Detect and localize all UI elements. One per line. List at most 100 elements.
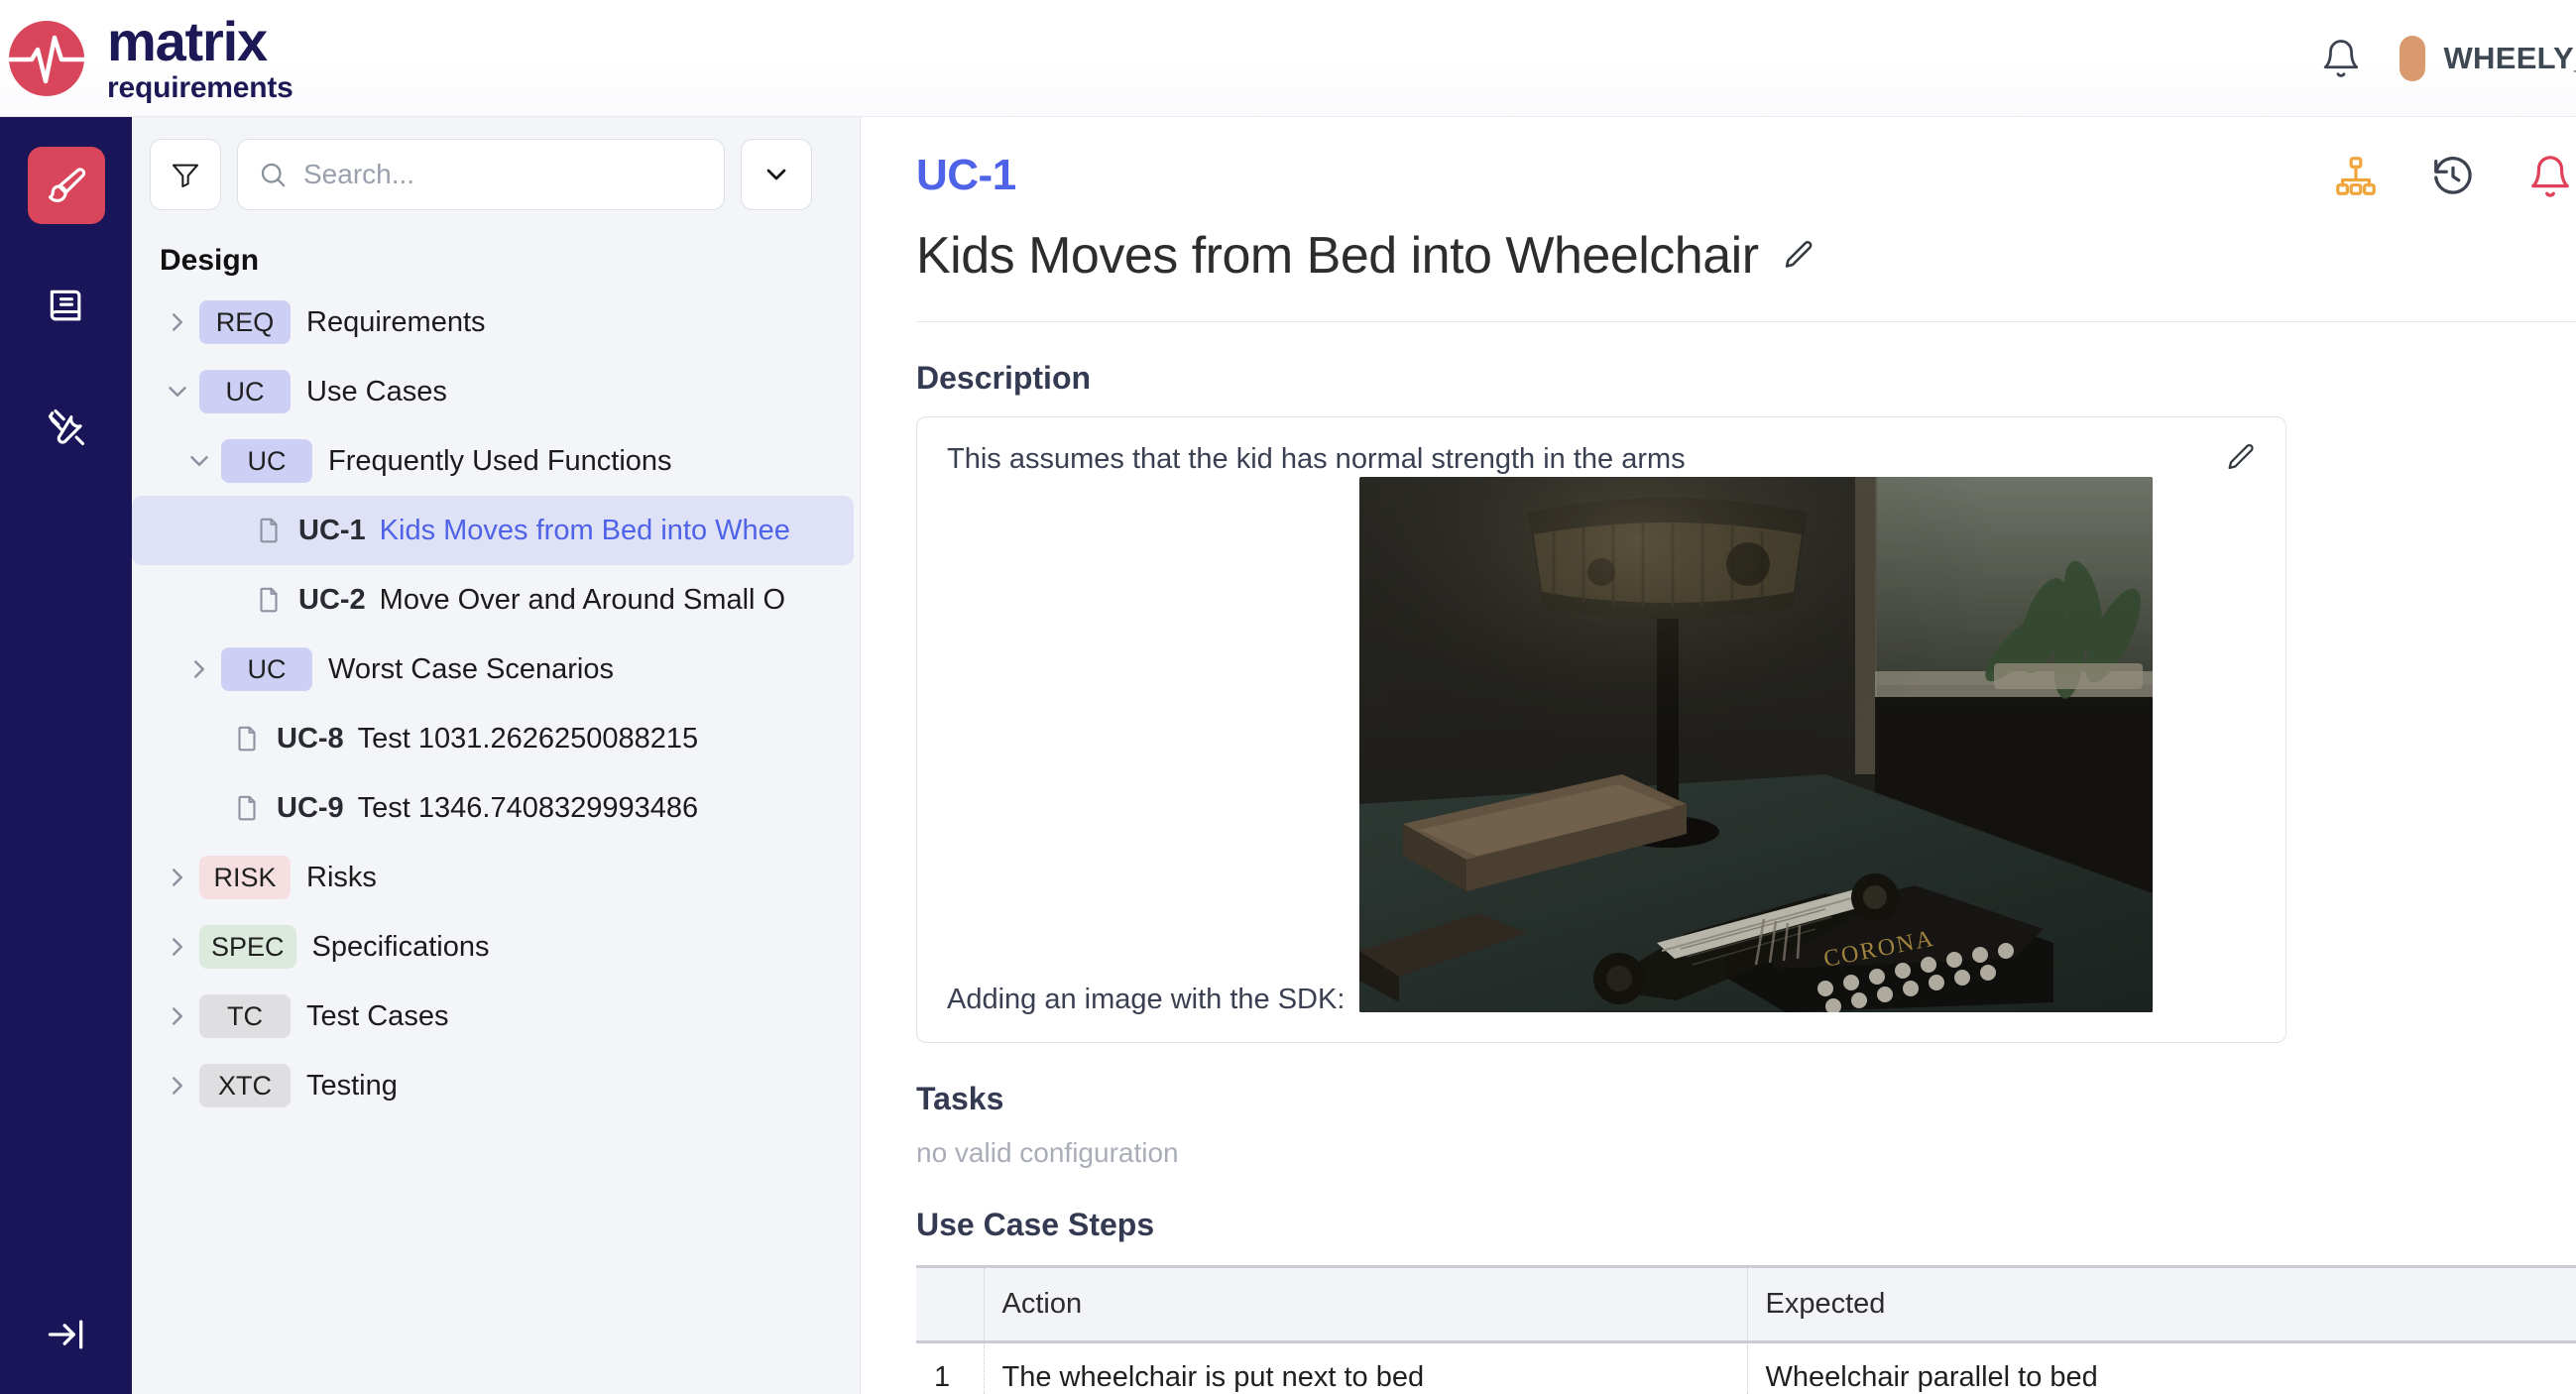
tree: REQ Requirements UC Use Cases UC Frequen… — [132, 288, 860, 1140]
use-case-steps-heading: Use Case Steps — [916, 1207, 1155, 1242]
document-icon — [249, 584, 289, 616]
description-section: Description This assumes that the kid ha… — [861, 360, 2576, 1043]
bell-icon — [2320, 37, 2362, 80]
chevron-right-icon[interactable] — [156, 932, 199, 962]
description-card[interactable]: This assumes that the kid has normal str… — [916, 416, 2286, 1043]
filter-button[interactable] — [150, 139, 221, 210]
sitemap-icon — [2333, 154, 2379, 199]
traceability-button[interactable] — [2330, 151, 2382, 202]
tree-item-name: Kids Moves from Bed into Whee — [379, 514, 790, 546]
rail-collapse-button[interactable] — [0, 1313, 132, 1356]
tree-label-test-cases: Test Cases — [306, 999, 449, 1032]
item-detail-pane: UC-1 Kids Moves from Bed into Wheelchair — [861, 117, 2576, 1394]
tree-badge-xtc: XTC — [199, 1064, 291, 1107]
tree-label-risks: Risks — [306, 861, 377, 893]
step-action: The wheelchair is put next to bed — [984, 1341, 1748, 1394]
tree-node-uc-1[interactable]: UC-1 Kids Moves from Bed into Whee — [132, 496, 854, 565]
brand-name-secondary: requirements — [107, 70, 293, 104]
avatar — [2400, 36, 2426, 81]
tasks-empty-text: no valid configuration — [916, 1137, 1179, 1168]
use-case-steps-section: Use Case Steps Action Expected 1 The whe… — [861, 1207, 2576, 1394]
tree-item-id: UC-9 — [277, 791, 344, 824]
use-case-steps-table: Action Expected 1 The wheelchair is put … — [916, 1265, 2576, 1394]
tree-toolbar — [132, 117, 860, 224]
chevron-right-icon[interactable] — [156, 863, 199, 892]
tools-icon — [45, 406, 88, 449]
rail-item-design[interactable] — [27, 147, 105, 224]
tree-node-frequently-used-functions[interactable]: UC Frequently Used Functions — [132, 426, 854, 496]
history-button[interactable] — [2427, 151, 2479, 202]
search-input[interactable] — [303, 159, 704, 190]
description-image: CORONA — [1359, 477, 2153, 1012]
tree-badge-uc: UC — [199, 370, 291, 413]
page-title: Kids Moves from Bed into Wheelchair — [916, 227, 1759, 285]
arrow-to-right-icon — [45, 1313, 88, 1356]
icon-rail — [0, 117, 132, 1394]
tree-node-specifications[interactable]: SPEC Specifications — [132, 912, 854, 982]
item-toolbar — [2330, 151, 2576, 202]
brand-logo[interactable]: matrix requirements — [0, 13, 293, 104]
tree-item-name: Test 1346.7408329993486 — [357, 791, 699, 824]
tree-label-use-cases: Use Cases — [306, 375, 447, 407]
step-expected: Wheelchair parallel to bed — [1765, 1361, 2098, 1393]
tree-node-requirements[interactable]: REQ Requirements — [132, 288, 854, 357]
table-row[interactable]: 1 The wheelchair is put next to bed Whee… — [916, 1341, 2576, 1394]
tree-node-testing[interactable]: XTC Testing — [132, 1051, 854, 1120]
search-box[interactable] — [237, 139, 725, 210]
tree-label-worst-case-scenarios: Worst Case Scenarios — [328, 652, 614, 685]
tree-node-use-cases[interactable]: UC Use Cases — [132, 357, 854, 426]
rail-item-tools[interactable] — [28, 389, 105, 466]
chevron-right-icon[interactable] — [156, 1001, 199, 1031]
tree-badge-uc: UC — [221, 647, 312, 691]
tree-label-frequently-used-functions: Frequently Used Functions — [328, 444, 672, 477]
tasks-section: Tasks no valid configuration — [861, 1081, 2576, 1169]
column-header-index — [916, 1265, 985, 1343]
tree-badge-req: REQ — [199, 300, 291, 344]
chevron-right-icon[interactable] — [177, 654, 221, 684]
tree-node-uc-9[interactable]: UC-9 Test 1346.7408329993486 — [132, 773, 854, 843]
tree-item-id: UC-2 — [298, 583, 366, 616]
item-title-row: Kids Moves from Bed into Wheelchair — [916, 226, 2576, 286]
tree-badge-uc: UC — [221, 439, 312, 483]
body-row: Design REQ Requirements UC Use Case — [0, 117, 2576, 1394]
column-header-expected: Expected — [1747, 1265, 2576, 1343]
tree-badge-risk: RISK — [199, 856, 291, 899]
document-icon — [249, 515, 289, 546]
chevron-down-icon — [761, 159, 792, 190]
tree-badge-spec: SPEC — [199, 925, 296, 969]
tree-node-risks[interactable]: RISK Risks — [132, 843, 854, 912]
header-divider — [916, 321, 2576, 322]
column-header-action: Action — [984, 1265, 1748, 1343]
table-header-row: Action Expected — [916, 1265, 2576, 1343]
history-icon — [2430, 154, 2476, 199]
alerts-button[interactable] — [2524, 151, 2576, 202]
top-bar: matrix requirements WHEELY_O — [0, 0, 2576, 117]
tree-node-test-cases[interactable]: TC Test Cases — [132, 982, 854, 1051]
tree-label-specifications: Specifications — [311, 930, 490, 963]
document-icon — [227, 723, 267, 755]
book-icon — [45, 285, 88, 328]
chevron-down-icon[interactable] — [156, 377, 199, 407]
app-root: matrix requirements WHEELY_O — [0, 0, 2576, 1394]
chevron-right-icon[interactable] — [156, 307, 199, 337]
user-menu[interactable]: WHEELY_O — [2400, 36, 2576, 81]
tasks-heading: Tasks — [916, 1081, 1004, 1116]
description-text: This assumes that the kid has normal str… — [947, 443, 1686, 475]
tree-item-id: UC-1 — [298, 514, 366, 546]
tree-node-uc-2[interactable]: UC-2 Move Over and Around Small O — [132, 565, 854, 635]
item-id-label: UC-1 — [916, 151, 1016, 199]
notifications-button[interactable] — [2318, 36, 2364, 81]
tree-options-button[interactable] — [741, 139, 812, 210]
pencil-icon[interactable] — [1781, 238, 1816, 274]
tree-node-worst-case-scenarios[interactable]: UC Worst Case Scenarios — [132, 635, 854, 704]
top-bar-right: WHEELY_O — [2318, 0, 2576, 117]
matrix-logo-icon — [8, 20, 85, 97]
tree-label-requirements: Requirements — [306, 305, 486, 338]
tree-node-uc-8[interactable]: UC-8 Test 1031.2626250088215 — [132, 704, 854, 773]
chevron-down-icon[interactable] — [177, 446, 221, 476]
bell-alert-icon — [2527, 154, 2573, 199]
tree-label-testing: Testing — [306, 1069, 398, 1102]
rail-item-library[interactable] — [28, 268, 105, 345]
tree-section-title: Design — [160, 244, 260, 277]
chevron-right-icon[interactable] — [156, 1071, 199, 1101]
